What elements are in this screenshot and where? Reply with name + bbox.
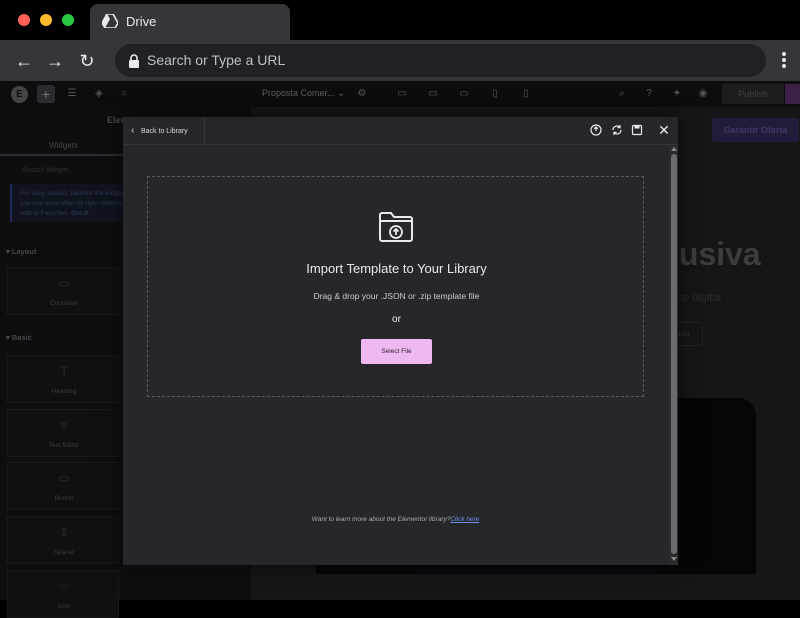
tab-widgets[interactable]: Widgets bbox=[49, 141, 78, 150]
star-icon: ☆ bbox=[58, 579, 70, 593]
header-divider bbox=[204, 117, 205, 145]
or-label: or bbox=[392, 314, 401, 325]
section-layout[interactable]: ▾ Layout bbox=[6, 247, 36, 256]
favorites-tip: For easy access, favorite the widgets yo… bbox=[10, 184, 127, 222]
widget-search-input[interactable]: Search Widget... bbox=[22, 167, 74, 174]
publish-button[interactable]: Publish bbox=[722, 84, 784, 104]
import-title: Import Template to Your Library bbox=[306, 261, 487, 276]
preview-eye-icon[interactable]: ◉ bbox=[697, 88, 709, 100]
widget-label: Button bbox=[54, 495, 74, 502]
scrollbar-thumb[interactable] bbox=[671, 154, 677, 554]
search-icon[interactable]: ⌕ bbox=[616, 88, 628, 100]
template-library-modal: ‹ Back to Library ✕ Import Template to Yo… bbox=[123, 117, 678, 565]
address-placeholder: Search or Type a URL bbox=[147, 52, 286, 68]
modal-header: ‹ Back to Library ✕ bbox=[123, 117, 678, 145]
publish-options-button[interactable] bbox=[785, 84, 800, 104]
minimize-window-button[interactable] bbox=[40, 14, 52, 26]
help-icon[interactable]: ? bbox=[643, 88, 655, 100]
maximize-window-button[interactable] bbox=[62, 14, 74, 26]
mobile-icon[interactable]: ▯ bbox=[520, 88, 532, 100]
back-arrow-icon[interactable]: ← bbox=[13, 50, 35, 72]
phone-mockup-bar bbox=[415, 568, 656, 574]
page-name[interactable]: Proposta Comer... bbox=[262, 88, 335, 98]
scroll-down-arrow[interactable] bbox=[671, 557, 677, 561]
folder-upload-icon bbox=[379, 212, 413, 242]
settings-sliders-icon[interactable]: ☰ bbox=[66, 88, 78, 100]
save-icon[interactable] bbox=[631, 124, 643, 136]
widget-spacer[interactable]: ⇕ Spacer bbox=[7, 516, 119, 564]
browser-toolbar: ← → ↻ Search or Type a URL bbox=[0, 40, 800, 81]
import-subtitle: Drag & drop your .JSON or .zip template … bbox=[313, 291, 480, 301]
click-here-link[interactable]: Click here bbox=[450, 516, 479, 523]
close-window-button[interactable] bbox=[18, 14, 30, 26]
select-file-button[interactable]: Select File bbox=[361, 339, 432, 364]
scroll-up-arrow[interactable] bbox=[671, 147, 677, 151]
widget-button[interactable]: ▭ Button bbox=[7, 462, 119, 510]
add-element-button[interactable]: + bbox=[37, 85, 55, 103]
comments-icon[interactable]: ○ bbox=[118, 88, 130, 100]
widget-heading[interactable]: T Heading bbox=[7, 355, 119, 403]
library-footer-note: Want to learn more about the Elementor l… bbox=[311, 516, 480, 523]
browser-menu-icon[interactable] bbox=[778, 50, 790, 72]
editor-topbar: E + ☰ ◈ ○ Proposta Comer... ⌄ ⚙ ▭ ▭ ▭ ▯ … bbox=[0, 81, 800, 107]
drive-icon bbox=[102, 14, 118, 28]
chevron-down-icon[interactable]: ⌄ bbox=[335, 88, 347, 100]
hero-subtitle[interactable]: no digital bbox=[677, 292, 721, 304]
tablet-landscape-icon[interactable]: ▭ bbox=[458, 88, 470, 100]
tab-title: Drive bbox=[126, 14, 157, 29]
favorites-tip-text: For easy access, favorite the widgets yo… bbox=[20, 190, 127, 217]
address-bar[interactable]: Search or Type a URL bbox=[115, 44, 766, 77]
import-dropzone[interactable]: Import Template to Your Library Drag & d… bbox=[147, 176, 644, 397]
widget-container[interactable]: ▭ Container bbox=[7, 267, 119, 315]
browser-tab[interactable]: Drive bbox=[90, 4, 290, 40]
layers-icon[interactable]: ◈ bbox=[93, 88, 105, 100]
text-editor-icon: ≡ bbox=[60, 418, 68, 432]
info-icon[interactable] bbox=[590, 124, 602, 136]
widget-label: Spacer bbox=[53, 549, 75, 556]
page-settings-icon[interactable]: ⚙ bbox=[356, 88, 368, 100]
notifications-icon[interactable]: ✦ bbox=[671, 88, 683, 100]
heading-icon: T bbox=[60, 364, 68, 378]
forward-arrow-icon[interactable]: → bbox=[44, 50, 66, 72]
section-basic[interactable]: ▾ Basic bbox=[6, 333, 32, 342]
close-icon[interactable]: ✕ bbox=[657, 123, 671, 137]
widget-label: Icon bbox=[57, 603, 71, 610]
lock-icon bbox=[129, 54, 139, 68]
button-icon: ▭ bbox=[58, 471, 70, 485]
widget-label: Heading bbox=[51, 388, 77, 395]
sync-icon[interactable] bbox=[611, 124, 623, 136]
browser-titlebar: Drive bbox=[0, 0, 800, 40]
container-icon: ▭ bbox=[58, 276, 70, 290]
widget-icon[interactable]: ☆ Icon bbox=[7, 570, 119, 618]
desktop-icon[interactable]: ▭ bbox=[396, 88, 408, 100]
back-to-library-button[interactable]: ‹ Back to Library bbox=[131, 124, 188, 138]
tablet-icon[interactable]: ▯ bbox=[489, 88, 501, 100]
tab-indicator bbox=[0, 154, 125, 156]
laptop-icon[interactable]: ▭ bbox=[427, 88, 439, 100]
reload-icon[interactable]: ↻ bbox=[76, 50, 98, 72]
widget-label: Container bbox=[49, 300, 79, 307]
chevron-left-icon: ‹ bbox=[131, 125, 135, 136]
cta-button[interactable]: Garantir Oferta bbox=[712, 118, 799, 142]
spacer-icon: ⇕ bbox=[58, 525, 70, 539]
widget-label: Text Editor bbox=[48, 442, 80, 449]
hero-heading[interactable]: lusiva bbox=[670, 236, 761, 273]
widget-text-editor[interactable]: ≡ Text Editor bbox=[7, 409, 119, 457]
elementor-logo-icon[interactable]: E bbox=[11, 86, 28, 103]
